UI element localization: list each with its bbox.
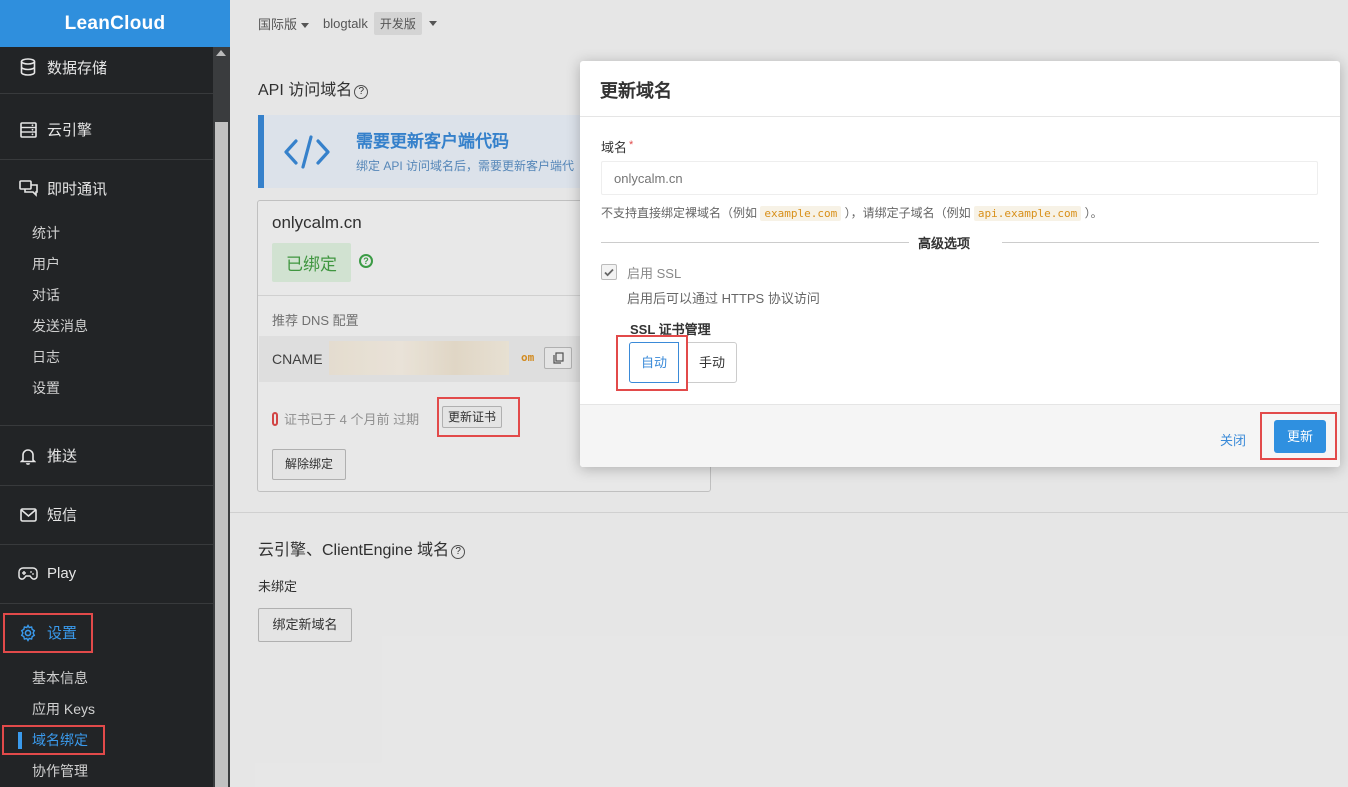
dialog-footer: 关闭 更新 bbox=[580, 404, 1340, 467]
sidebar-item-sms[interactable]: 短信 bbox=[0, 485, 213, 544]
ssl-hint: 启用后可以通过 HTTPS 协议访问 bbox=[627, 291, 820, 306]
sidebar-item-storage[interactable]: 数据存储 bbox=[0, 41, 213, 93]
app-logo[interactable]: LeanCloud bbox=[0, 0, 230, 47]
divider bbox=[1002, 242, 1319, 243]
highlight-box bbox=[1260, 412, 1337, 460]
sidebar-item-label: 数据存储 bbox=[47, 59, 108, 77]
checkmark-icon bbox=[604, 268, 614, 277]
advanced-options-label: 高级选项 bbox=[918, 236, 971, 251]
ssl-label: 启用 SSL bbox=[627, 266, 682, 281]
hint-text: 不支持直接绑定裸域名（例如 bbox=[601, 206, 758, 220]
sidebar-subitem-collaboration[interactable]: 协作管理 bbox=[0, 756, 213, 787]
dialog-title: 更新域名 bbox=[580, 61, 1340, 117]
update-domain-dialog: 更新域名 域名* 不支持直接绑定裸域名（例如 example.com ），请绑定… bbox=[580, 61, 1340, 467]
chat-icon bbox=[18, 179, 38, 199]
divider bbox=[601, 242, 909, 243]
hint-text: ），请绑定子域名（例如 bbox=[844, 206, 971, 220]
sidebar-item-engine[interactable]: 云引擎 bbox=[0, 100, 213, 159]
sidebar-item-im[interactable]: 即时通讯 bbox=[0, 159, 213, 218]
sidebar-item-label: 即时通讯 bbox=[47, 181, 108, 198]
highlight-box bbox=[437, 397, 520, 437]
bell-icon bbox=[18, 446, 38, 466]
chevron-down-icon[interactable] bbox=[428, 21, 437, 26]
sidebar-subitem-basic-info[interactable]: 基本信息 bbox=[0, 663, 213, 694]
sidebar-subitem-users[interactable]: 用户 bbox=[0, 249, 213, 280]
hint-code: example.com bbox=[760, 206, 842, 221]
sidebar-section-storage: 数据存储 bbox=[0, 47, 213, 94]
database-icon bbox=[18, 57, 38, 77]
sidebar-item-push[interactable]: 推送 bbox=[0, 426, 213, 485]
domain-hint: 不支持直接绑定裸域名（例如 example.com ），请绑定子域名（例如 ap… bbox=[601, 204, 1103, 221]
sidebar-item-label: 短信 bbox=[47, 507, 78, 524]
sidebar: LeanCloud 数据存储 云引擎 即时通讯 统计 用户 对话 发送消息 日志 bbox=[0, 0, 230, 787]
region-selector[interactable]: 国际版 bbox=[258, 14, 310, 33]
close-button[interactable]: 关闭 bbox=[1220, 430, 1246, 449]
sidebar-subitem-app-keys[interactable]: 应用 Keys bbox=[0, 694, 213, 725]
hint-text: ）。 bbox=[1084, 206, 1103, 220]
domain-input[interactable] bbox=[601, 161, 1318, 195]
label-text: 域名 bbox=[601, 140, 628, 155]
sidebar-subitem-im-settings[interactable]: 设置 bbox=[0, 373, 213, 404]
sidebar-subitem-stats[interactable]: 统计 bbox=[0, 218, 213, 249]
highlight-box bbox=[616, 335, 688, 391]
scroll-up-icon[interactable] bbox=[216, 50, 226, 56]
gamepad-icon bbox=[18, 564, 38, 584]
hint-code: api.example.com bbox=[973, 206, 1082, 221]
manual-option[interactable]: 手动 bbox=[687, 342, 737, 383]
sidebar-item-play[interactable]: Play bbox=[0, 544, 213, 603]
sidebar-scroll-thumb[interactable] bbox=[215, 122, 228, 787]
domain-field-label: 域名 * bbox=[601, 137, 633, 156]
sidebar-section-engine: 云引擎 bbox=[0, 100, 213, 160]
highlight-box bbox=[3, 613, 93, 653]
ssl-checkbox[interactable] bbox=[601, 264, 617, 280]
sidebar-section-sms: 短信 bbox=[0, 485, 213, 545]
app-name[interactable]: blogtalk bbox=[323, 16, 368, 31]
sidebar-item-label: 推送 bbox=[47, 448, 78, 465]
highlight-box bbox=[2, 725, 105, 755]
env-badge[interactable]: 开发版 bbox=[373, 12, 422, 35]
server-icon bbox=[18, 120, 38, 140]
sidebar-item-label: 云引擎 bbox=[47, 122, 93, 139]
sidebar-item-label: Play bbox=[47, 565, 77, 582]
topbar: 国际版 blogtalk 开发版 bbox=[230, 0, 1348, 47]
chevron-down-icon bbox=[301, 23, 310, 29]
sidebar-subitem-conversations[interactable]: 对话 bbox=[0, 280, 213, 311]
mail-icon bbox=[18, 505, 38, 525]
region-label: 国际版 bbox=[258, 17, 298, 32]
sidebar-subitem-send-message[interactable]: 发送消息 bbox=[0, 311, 213, 342]
required-mark: * bbox=[629, 139, 634, 151]
sidebar-section-im: 即时通讯 统计 用户 对话 发送消息 日志 设置 bbox=[0, 159, 213, 426]
sidebar-section-push: 推送 bbox=[0, 426, 213, 486]
sidebar-section-play: Play bbox=[0, 544, 213, 604]
sidebar-subitem-logs[interactable]: 日志 bbox=[0, 342, 213, 373]
